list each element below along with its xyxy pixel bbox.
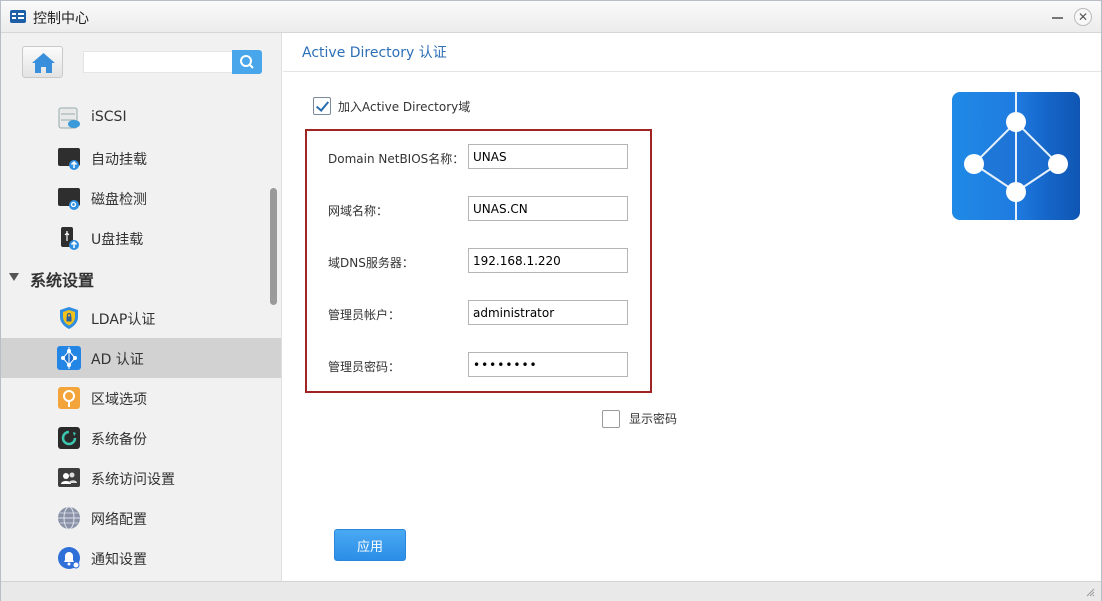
sidebar-item-iscsi[interactable]: iSCSI xyxy=(1,98,281,138)
sidebar-item-region[interactable]: 区域选项 xyxy=(1,378,281,418)
expand-triangle-icon xyxy=(9,273,19,281)
sidebar-item-auto-mount[interactable]: 自动挂载 xyxy=(1,138,281,178)
dns-server-input[interactable] xyxy=(468,248,628,273)
admin-account-label: 管理员帐户： xyxy=(328,308,401,322)
admin-account-input[interactable] xyxy=(468,300,628,325)
control-center-window: 控制中心 ✕ iSCSI 自动挂载 磁盘检测 U盘挂载 系统设置 LDAP认证 … xyxy=(0,0,1102,601)
sidebar-item-notification[interactable]: 通知设置 xyxy=(1,538,281,578)
sidebar-item-ad[interactable]: AD 认证 xyxy=(1,338,281,378)
sidebar-item-label: U盘挂载 xyxy=(91,232,144,248)
auto-mount-icon xyxy=(58,148,80,170)
apply-button[interactable]: 应用 xyxy=(334,529,406,561)
close-button[interactable]: ✕ xyxy=(1073,7,1093,27)
region-icon xyxy=(58,387,80,409)
sidebar-item-label: iSCSI xyxy=(91,109,127,125)
sidebar-item-disk-check[interactable]: 磁盘检测 xyxy=(1,178,281,218)
join-ad-label: 加入Active Directory域 xyxy=(338,100,471,114)
notification-bell-icon xyxy=(58,547,80,569)
usb-mount-icon xyxy=(61,227,79,250)
active-directory-icon xyxy=(57,346,81,370)
sidebar-item-label: 系统访问设置 xyxy=(91,472,175,488)
netbios-label: Domain NetBIOS名称： xyxy=(328,152,465,166)
sidebar-item-access-settings[interactable]: 系统访问设置 xyxy=(1,458,281,498)
home-button[interactable] xyxy=(22,46,63,78)
sidebar: iSCSI 自动挂载 磁盘检测 U盘挂载 系统设置 LDAP认证 AD 认证 区… xyxy=(1,33,282,581)
backup-icon xyxy=(58,427,80,449)
active-directory-logo xyxy=(952,92,1080,220)
page-title: Active Directory 认证 xyxy=(302,45,447,61)
section-system-settings[interactable]: 系统设置 xyxy=(1,258,281,298)
status-bar xyxy=(1,581,1101,601)
sidebar-scrollbar[interactable] xyxy=(270,188,277,305)
sidebar-item-ldap[interactable]: LDAP认证 xyxy=(1,298,281,338)
sidebar-item-label: 网络配置 xyxy=(91,512,147,528)
show-password-label: 显示密码 xyxy=(629,412,678,426)
search-input[interactable] xyxy=(83,51,233,73)
admin-password-label: 管理员密码： xyxy=(328,360,401,374)
dns-server-label: 域DNS服务器： xyxy=(328,256,414,270)
sidebar-item-label: 通知设置 xyxy=(91,552,147,568)
active-directory-logo-icon xyxy=(964,92,1068,220)
netbios-name-input[interactable] xyxy=(468,144,628,169)
sidebar-item-backup[interactable]: 系统备份 xyxy=(1,418,281,458)
iscsi-storage-icon xyxy=(58,107,80,129)
title-bar[interactable]: 控制中心 ✕ xyxy=(1,1,1101,33)
main-panel: Active Directory 认证 加入Active Directory域 … xyxy=(283,33,1101,581)
ldap-shield-icon xyxy=(60,307,78,329)
search-button[interactable] xyxy=(232,50,262,74)
control-center-app-icon xyxy=(10,10,26,23)
admin-password-input[interactable] xyxy=(468,352,628,377)
sidebar-item-label: 系统备份 xyxy=(91,432,147,448)
resize-grip-icon[interactable] xyxy=(1085,587,1095,597)
network-globe-icon xyxy=(58,506,80,530)
search-icon xyxy=(240,55,254,69)
domain-name-input[interactable] xyxy=(468,196,628,221)
sidebar-item-label: AD 认证 xyxy=(91,352,144,368)
domain-name-label: 网域名称： xyxy=(328,204,389,218)
minimize-button[interactable] xyxy=(1047,7,1067,27)
sidebar-item-label: LDAP认证 xyxy=(91,312,156,328)
home-icon xyxy=(32,53,55,73)
access-settings-icon xyxy=(58,468,80,487)
sidebar-item-network[interactable]: 网络配置 xyxy=(1,498,281,538)
sidebar-item-usb-mount[interactable]: U盘挂载 xyxy=(1,218,281,258)
window-title: 控制中心 xyxy=(33,11,89,27)
disk-check-icon xyxy=(58,188,80,210)
close-icon: ✕ xyxy=(1074,8,1092,26)
join-ad-checkbox[interactable] xyxy=(313,97,331,115)
sidebar-item-label: 区域选项 xyxy=(91,392,147,408)
sidebar-item-label: 自动挂载 xyxy=(91,152,147,168)
minimize-icon xyxy=(1051,17,1063,19)
sidebar-item-label: 磁盘检测 xyxy=(91,192,147,208)
section-label: 系统设置 xyxy=(30,271,95,290)
main-header: Active Directory 认证 xyxy=(283,33,1101,72)
show-password-checkbox[interactable] xyxy=(602,410,620,428)
